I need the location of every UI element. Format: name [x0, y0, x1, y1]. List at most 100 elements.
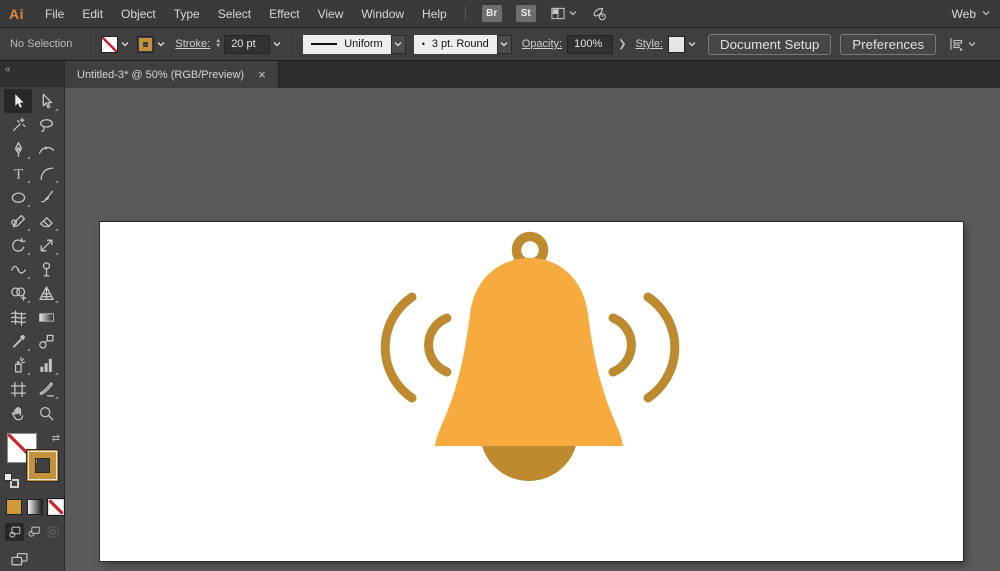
document-tab[interactable]: Untitled-3* @ 50% (RGB/Preview) ×: [65, 61, 279, 88]
tools-panel-collapse[interactable]: «: [0, 61, 64, 87]
chevron-down-icon: [982, 11, 990, 16]
tool-rotate[interactable]: [4, 233, 32, 257]
opacity-more-button[interactable]: ❯: [618, 39, 626, 50]
control-bar: No Selection Stroke: ▲ ▼ 20 pt Uniform • …: [0, 28, 1000, 61]
tool-zoom[interactable]: [32, 401, 60, 425]
eyedropper-icon: [12, 334, 25, 348]
tool-slice[interactable]: [32, 377, 60, 401]
tool-selection[interactable]: [4, 89, 32, 113]
arrange-documents-button[interactable]: [550, 6, 577, 21]
stroke-indicator-gold[interactable]: [27, 450, 58, 481]
tool-ellipse[interactable]: [4, 185, 32, 209]
draw-normal-button[interactable]: [5, 523, 24, 541]
tab-bar: Untitled-3* @ 50% (RGB/Preview) ×: [65, 61, 1000, 88]
tool-eyedropper[interactable]: [4, 329, 32, 353]
tool-magic-wand[interactable]: [4, 113, 32, 137]
tool-paintbrush[interactable]: [32, 185, 60, 209]
tool-perspective-grid[interactable]: [32, 281, 60, 305]
tool-symbol-sprayer[interactable]: [4, 353, 32, 377]
screen-mode-button[interactable]: [10, 551, 64, 568]
document-setup-button[interactable]: Document Setup: [708, 33, 832, 55]
draw-inside-button[interactable]: [43, 523, 62, 541]
tool-lasso[interactable]: [32, 113, 60, 137]
menu-type[interactable]: Type: [165, 0, 209, 28]
stroke-swatch-gold[interactable]: [137, 35, 155, 53]
menu-object[interactable]: Object: [112, 0, 165, 28]
tool-hand[interactable]: [4, 401, 32, 425]
style-swatch[interactable]: [668, 35, 685, 53]
tool-type[interactable]: T: [4, 161, 32, 185]
brush-chevron[interactable]: [496, 34, 512, 54]
draw-behind-button[interactable]: [24, 523, 43, 541]
fill-color-control[interactable]: [101, 35, 132, 53]
align-control[interactable]: [948, 36, 976, 52]
tab-close-icon[interactable]: ×: [258, 68, 266, 81]
menu-select[interactable]: Select: [209, 0, 260, 28]
lasso-icon: [39, 118, 53, 132]
stroke-weight-field[interactable]: 20 pt: [224, 34, 271, 54]
curvature-icon: [38, 146, 54, 154]
tool-gradient[interactable]: [32, 305, 60, 329]
document-area: Untitled-3* @ 50% (RGB/Preview) ×: [65, 61, 1000, 571]
workspace-switcher[interactable]: Web: [952, 7, 990, 21]
stroke-color-control[interactable]: [137, 35, 168, 53]
width-profile-dropdown[interactable]: Uniform: [303, 34, 391, 54]
stroke-panel-link[interactable]: Stroke:: [175, 38, 210, 50]
stroke-weight-stepper[interactable]: ▲ ▼: [215, 38, 221, 49]
artboard[interactable]: [100, 222, 963, 561]
sound-wave-left-outer[interactable]: [380, 292, 417, 403]
sound-wave-right-inner[interactable]: [608, 313, 636, 377]
menu-help[interactable]: Help: [413, 0, 456, 28]
stroke-weight-dropdown[interactable]: [270, 36, 284, 53]
tool-column-graph[interactable]: [32, 353, 60, 377]
tool-pen[interactable]: [4, 137, 32, 161]
menu-window[interactable]: Window: [352, 0, 413, 28]
tool-shaper[interactable]: [4, 209, 32, 233]
chevron-down-icon: [569, 11, 577, 16]
tool-arc[interactable]: [32, 161, 60, 185]
gradient-button[interactable]: [27, 499, 43, 515]
tool-puppet-warp[interactable]: [32, 257, 60, 281]
bell-artwork[interactable]: [100, 222, 963, 561]
opacity-panel-link[interactable]: Opacity:: [522, 38, 562, 50]
tool-direct-selection[interactable]: [32, 89, 60, 113]
tool-artboard[interactable]: [4, 377, 32, 401]
chevron-down-icon[interactable]: [154, 36, 168, 53]
tools-grid: T: [0, 87, 64, 425]
tool-width[interactable]: [4, 257, 32, 281]
sound-wave-right-outer[interactable]: [643, 292, 680, 403]
tool-curvature[interactable]: [32, 137, 60, 161]
stock-button[interactable]: St: [515, 5, 536, 22]
menu-edit[interactable]: Edit: [73, 0, 112, 28]
canvas[interactable]: [65, 88, 1000, 571]
tool-blend[interactable]: [32, 329, 60, 353]
shaper-icon: [10, 214, 25, 227]
tool-mesh[interactable]: [4, 305, 32, 329]
fill-swatch-none[interactable]: [101, 35, 119, 53]
menu-file[interactable]: File: [36, 0, 73, 28]
swap-fill-stroke-icon[interactable]: ⇄: [52, 433, 60, 444]
style-chevron[interactable]: [685, 36, 699, 53]
sound-wave-left-inner[interactable]: [424, 313, 452, 377]
tool-scale[interactable]: [32, 233, 60, 257]
style-panel-link[interactable]: Style:: [635, 38, 663, 50]
gpu-performance-button[interactable]: [591, 6, 608, 22]
chevron-down-icon[interactable]: [118, 36, 132, 53]
preferences-button[interactable]: Preferences: [840, 33, 937, 55]
menu-view[interactable]: View: [309, 0, 353, 28]
bell-body[interactable]: [435, 258, 623, 446]
brush-dropdown[interactable]: • 3 pt. Round: [413, 34, 497, 54]
tool-eraser[interactable]: [32, 209, 60, 233]
menu-effect[interactable]: Effect: [260, 0, 308, 28]
bridge-button[interactable]: Br: [481, 5, 502, 22]
color-button[interactable]: [6, 499, 22, 515]
tool-shape-builder[interactable]: [4, 281, 32, 305]
none-button[interactable]: [48, 499, 64, 515]
gpu-performance-icon: [591, 6, 608, 22]
width-profile-chevron[interactable]: [390, 34, 406, 54]
opacity-field[interactable]: 100%: [567, 34, 614, 54]
default-fill-stroke-icon[interactable]: [4, 473, 19, 488]
zoom-icon: [39, 406, 54, 421]
brush-label: 3 pt. Round: [431, 38, 489, 50]
menubar-divider: [464, 6, 466, 21]
